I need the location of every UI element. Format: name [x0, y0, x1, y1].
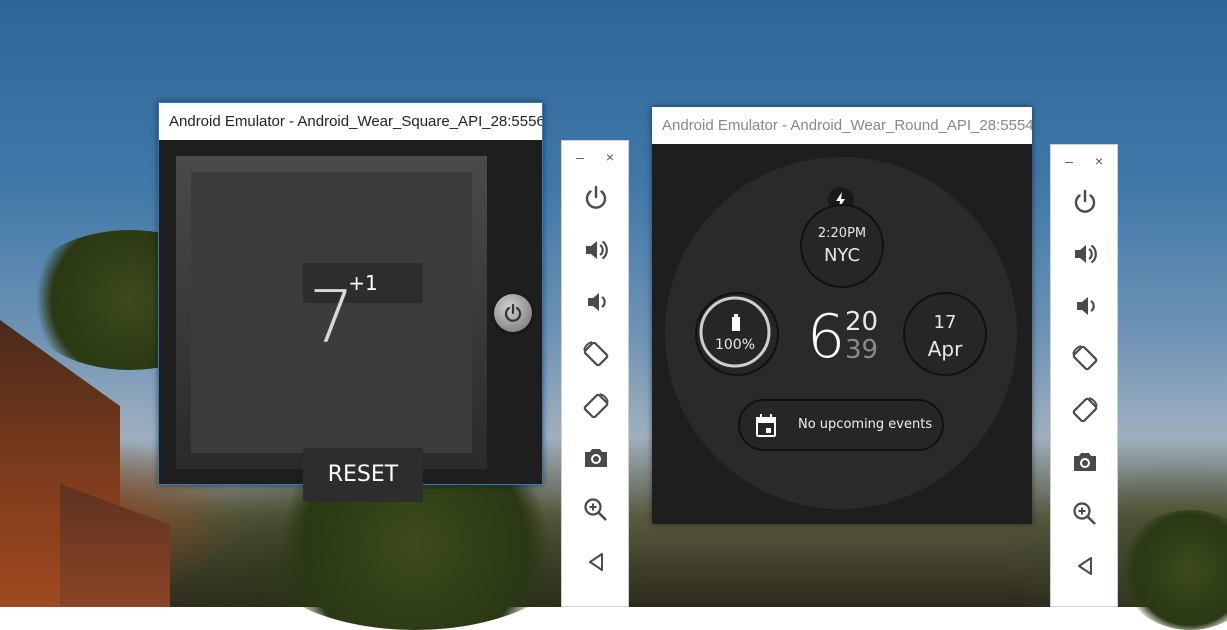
square-emulator-title[interactable]: Android Emulator - Android_Wear_Square_A…	[159, 103, 542, 140]
power-button[interactable]	[581, 183, 611, 213]
time-hour: 6	[807, 302, 846, 372]
volume-up-icon	[586, 240, 608, 260]
time-minute: 20	[845, 307, 879, 337]
volume-down-button[interactable]	[581, 287, 611, 317]
events-text: No upcoming events	[798, 417, 933, 432]
world-clock-city: NYC	[823, 245, 861, 266]
events-complication[interactable]: No upcoming events	[738, 399, 944, 451]
volume-down-icon	[588, 293, 606, 311]
calendar-icon	[756, 414, 776, 437]
date-month: Apr	[927, 337, 963, 361]
zoom-icon	[1073, 502, 1096, 525]
back-button[interactable]	[581, 547, 611, 577]
power-icon	[1074, 189, 1096, 213]
world-clock-time: 2:20PM	[817, 226, 867, 241]
zoom-icon	[584, 498, 607, 521]
battery-percent: 100%	[714, 337, 756, 353]
volume-down-icon	[1077, 297, 1095, 315]
rotate-left-button[interactable]	[581, 339, 611, 369]
round-emulator-title[interactable]: Android Emulator - Android_Wear_Round_AP…	[652, 107, 1032, 144]
screenshot-button[interactable]	[581, 443, 611, 473]
toolbar-minimize-button[interactable]: –	[570, 149, 590, 165]
battery-ring	[699, 296, 771, 368]
date-day: 17	[933, 312, 957, 333]
toolbar-close-button[interactable]: ×	[600, 149, 620, 165]
toolbar-minimize-button[interactable]: –	[1059, 153, 1079, 169]
toolbar-close-button[interactable]: ×	[1089, 153, 1109, 169]
watch-side-power-button[interactable]	[494, 294, 532, 332]
power-icon	[585, 185, 607, 209]
reset-button[interactable]: RESET	[303, 448, 423, 502]
emulator-toolbar-round: – ×	[1050, 144, 1118, 607]
volume-down-button[interactable]	[1070, 291, 1100, 321]
zoom-button[interactable]	[1070, 499, 1100, 529]
world-clock-complication[interactable]: 2:20PM NYC	[800, 204, 884, 288]
power-button[interactable]	[1070, 187, 1100, 217]
camera-icon	[585, 449, 607, 467]
rotate-left-icon	[1072, 345, 1098, 371]
volume-up-button[interactable]	[581, 235, 611, 265]
counter-value: 7	[308, 275, 355, 359]
back-button[interactable]	[1070, 551, 1100, 581]
battery-complication[interactable]: 100%	[695, 292, 779, 376]
rotate-right-button[interactable]	[1070, 395, 1100, 425]
rotate-right-button[interactable]	[581, 391, 611, 421]
power-icon	[504, 303, 522, 322]
volume-up-icon	[1075, 244, 1097, 264]
volume-up-button[interactable]	[1070, 239, 1100, 269]
camera-icon	[1074, 453, 1096, 471]
rotate-right-icon	[583, 393, 609, 419]
zoom-button[interactable]	[581, 495, 611, 525]
time-second: 39	[845, 335, 879, 365]
battery-icon	[732, 314, 740, 331]
square-emulator-window[interactable]: Android Emulator - Android_Wear_Square_A…	[158, 102, 543, 502]
emulator-toolbar-square: – ×	[561, 140, 629, 607]
round-watch-face[interactable]: 2:20PM NYC 100% 6 20 39 17 Apr No upcomi…	[665, 157, 1017, 509]
rotate-left-button[interactable]	[1070, 343, 1100, 373]
rotate-left-icon	[583, 341, 609, 367]
screenshot-button[interactable]	[1070, 447, 1100, 477]
back-icon	[1078, 557, 1092, 575]
rotate-right-icon	[1072, 397, 1098, 423]
back-icon	[589, 553, 603, 571]
round-emulator-window[interactable]: Android Emulator - Android_Wear_Round_AP…	[652, 107, 1032, 524]
date-complication[interactable]: 17 Apr	[903, 292, 987, 376]
